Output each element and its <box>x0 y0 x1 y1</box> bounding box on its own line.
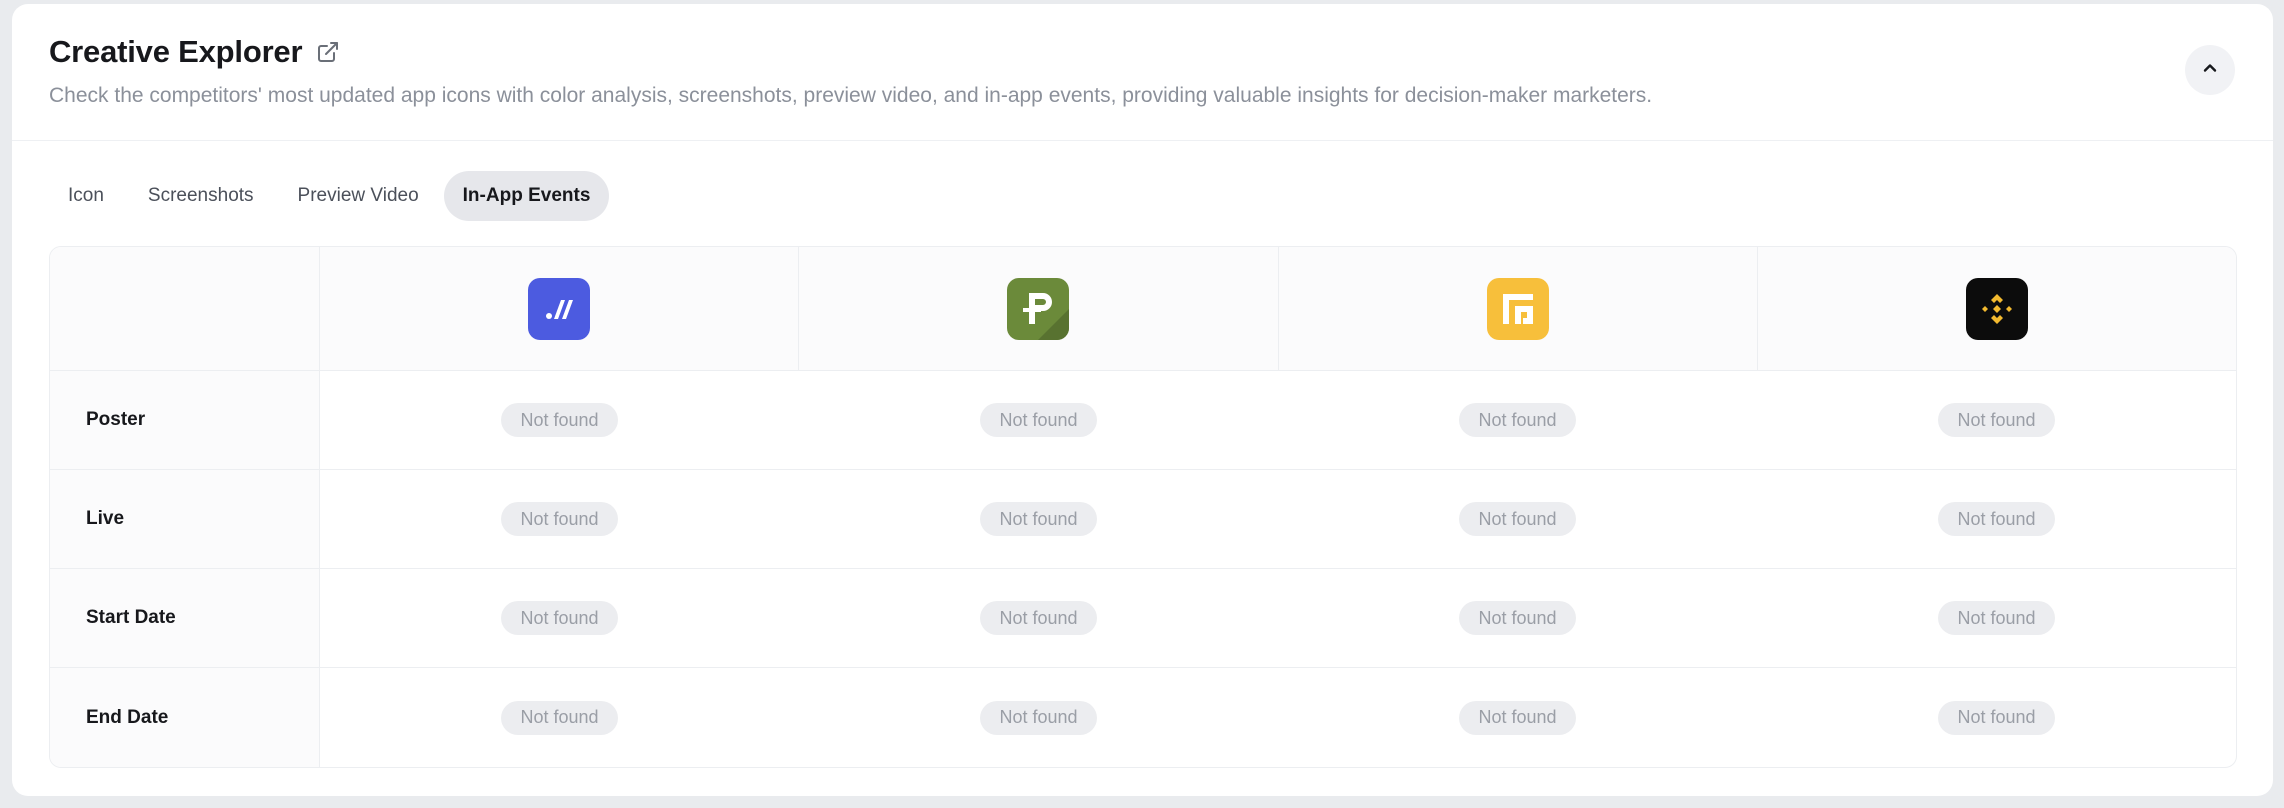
not-found-badge: Not found <box>501 700 618 735</box>
table-cell: Not found <box>1757 371 2236 469</box>
table-row: End Date Not found Not found Not found N… <box>50 668 2236 767</box>
header-corner-cell <box>50 247 320 370</box>
table-cell: Not found <box>799 569 1278 667</box>
not-found-badge: Not found <box>1938 502 2055 536</box>
not-found-badge: Not found <box>1459 700 1576 735</box>
tab-icon[interactable]: Icon <box>49 171 123 221</box>
table-cell: Not found <box>799 668 1278 767</box>
table-row: Poster Not found Not found Not found Not… <box>50 371 2236 470</box>
not-found-badge: Not found <box>1459 502 1576 536</box>
page-title-wrap: Creative Explorer <box>49 34 342 70</box>
table-cell: Not found <box>1757 569 2236 667</box>
table-cell: Not found <box>320 668 799 767</box>
tab-screenshots[interactable]: Screenshots <box>129 171 273 221</box>
page-subtitle: Check the competitors' most updated app … <box>49 84 1653 107</box>
page-title: Creative Explorer <box>49 34 303 69</box>
external-link-icon[interactable] <box>314 38 342 66</box>
row-label-start-date: Start Date <box>50 569 320 667</box>
not-found-badge: Not found <box>501 601 618 635</box>
table-row: Start Date Not found Not found Not found… <box>50 569 2236 668</box>
not-found-badge: Not found <box>501 502 618 536</box>
app-column-header <box>320 247 800 370</box>
table-cell: Not found <box>320 371 799 469</box>
creative-explorer-card: Creative Explorer Check the competitors'… <box>12 4 2273 796</box>
table-header-row <box>50 247 2236 371</box>
in-app-events-table: Poster Not found Not found Not found Not… <box>49 246 2237 768</box>
table-cell: Not found <box>1278 668 1757 767</box>
binance-app-icon[interactable] <box>1965 277 2028 340</box>
table-row: Live Not found Not found Not found Not f… <box>50 470 2236 569</box>
not-found-badge: Not found <box>980 502 1097 536</box>
g-app-icon[interactable] <box>1486 277 1549 340</box>
tab-in-app-events[interactable]: In-App Events <box>443 171 610 221</box>
table-cell: Not found <box>1278 470 1757 568</box>
mode-app-icon[interactable] <box>528 277 591 340</box>
tab-label: In-App Events <box>462 185 591 206</box>
not-found-badge: Not found <box>1459 403 1576 437</box>
not-found-badge: Not found <box>1938 601 2055 635</box>
table-cell: Not found <box>1278 569 1757 667</box>
chevron-up-icon <box>2200 58 2220 83</box>
not-found-badge: Not found <box>980 403 1097 437</box>
card-header: Creative Explorer Check the competitors'… <box>12 4 2273 141</box>
table-cell: Not found <box>799 371 1278 469</box>
not-found-badge: Not found <box>1938 403 2055 437</box>
table-cell: Not found <box>1757 470 2236 568</box>
row-label-poster: Poster <box>50 371 320 469</box>
row-label-end-date: End Date <box>50 668 320 767</box>
p-app-icon[interactable] <box>1007 277 1070 340</box>
table-cell: Not found <box>320 470 799 568</box>
not-found-badge: Not found <box>501 403 618 437</box>
tab-preview-video[interactable]: Preview Video <box>279 171 438 221</box>
table-cell: Not found <box>1757 668 2236 767</box>
collapse-button[interactable] <box>2185 45 2235 95</box>
not-found-badge: Not found <box>1459 601 1576 635</box>
not-found-badge: Not found <box>1938 700 2055 735</box>
tab-bar: Icon Screenshots Preview Video In-App Ev… <box>49 171 610 221</box>
tab-label: Preview Video <box>297 185 419 206</box>
tab-label: Icon <box>68 185 104 206</box>
table-cell: Not found <box>320 569 799 667</box>
not-found-badge: Not found <box>980 700 1097 735</box>
app-column-header <box>1279 247 1758 370</box>
table-cell: Not found <box>799 470 1278 568</box>
not-found-badge: Not found <box>980 601 1097 635</box>
tab-label: Screenshots <box>147 185 254 206</box>
table-cell: Not found <box>1278 371 1757 469</box>
row-label-live: Live <box>50 470 320 568</box>
app-column-header <box>1758 247 2236 370</box>
app-column-header <box>799 247 1279 370</box>
